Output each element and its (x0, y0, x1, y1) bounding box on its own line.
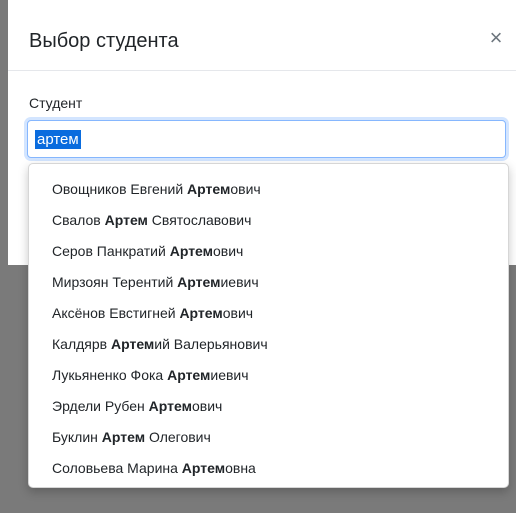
list-item[interactable]: Калдярв Артемий Валерьянович (52, 328, 492, 360)
close-icon[interactable]: × (482, 24, 510, 52)
list-item[interactable]: Свалов Артем Святославович (52, 204, 492, 236)
list-item[interactable]: Серов Панкратий Артемович (52, 235, 492, 267)
list-item[interactable]: Мирзоян Терентий Артемиевич (52, 266, 492, 298)
student-field-label: Студент (29, 95, 83, 111)
modal-title: Выбор студента (29, 30, 179, 52)
student-suggestions-dropdown: Овощников Евгений Артемович Свалов Артем… (28, 163, 509, 488)
list-item[interactable]: Буклин Артем Олегович (52, 421, 492, 453)
list-item[interactable]: Лукьяненко Фока Артемиевич (52, 359, 492, 391)
list-item[interactable]: Аксёнов Евстигней Артемович (52, 297, 492, 329)
student-search-input[interactable]: артем (27, 120, 506, 158)
list-item[interactable]: Соловьева Марина Артемовна (52, 452, 492, 484)
modal-header: Выбор студента × (8, 0, 516, 71)
list-item[interactable]: Овощников Евгений Артемович (52, 173, 492, 205)
student-input-value: артем (35, 130, 81, 149)
list-item[interactable]: Эрдели Рубен Артемович (52, 390, 492, 422)
